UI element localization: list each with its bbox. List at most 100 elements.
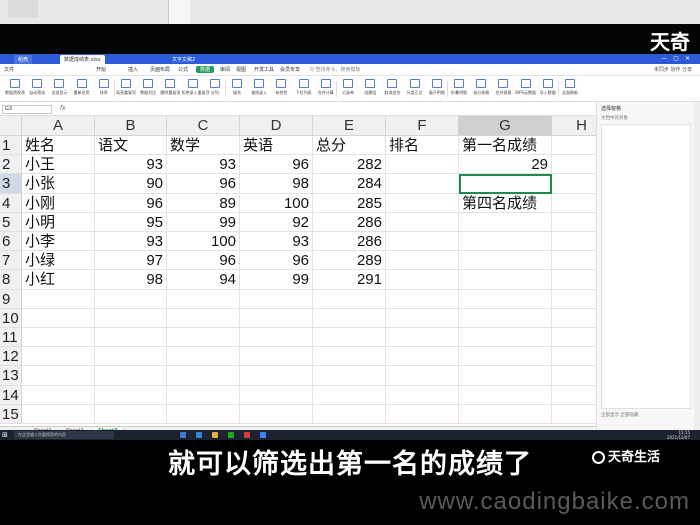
column-header-f[interactable]: F (386, 116, 459, 136)
command-search[interactable]: Q 查找命令、搜索模板 (310, 66, 361, 73)
menu-review[interactable]: 审阅 (220, 66, 230, 73)
row-header[interactable]: 12 (0, 347, 22, 367)
row-header[interactable]: 14 (0, 385, 22, 405)
cell[interactable] (386, 385, 459, 405)
row-header[interactable]: 3 (0, 174, 22, 194)
cell[interactable] (386, 328, 459, 348)
total-cell[interactable]: 286 (313, 212, 386, 232)
student-name-cell[interactable]: 小刚 (22, 193, 95, 213)
row-header[interactable]: 2 (0, 155, 22, 175)
header-cell[interactable]: 数学 (167, 136, 240, 156)
column-header-a[interactable]: A (22, 116, 95, 136)
student-name-cell[interactable]: 小王 (22, 155, 95, 175)
cell[interactable] (167, 289, 240, 309)
score-cell[interactable]: 93 (167, 155, 240, 175)
fourth-place-label-cell[interactable]: 第四名成绩 (459, 193, 552, 213)
select-all-corner[interactable] (0, 116, 22, 136)
student-name-cell[interactable]: 小绿 (22, 251, 95, 271)
menu-home[interactable]: 开始 (96, 66, 106, 73)
cell[interactable] (552, 232, 596, 252)
score-cell[interactable]: 98 (240, 174, 313, 194)
cell[interactable] (386, 347, 459, 367)
cell[interactable] (459, 251, 552, 271)
cell[interactable] (22, 366, 95, 386)
row-header[interactable]: 11 (0, 328, 22, 348)
row-header[interactable]: 7 (0, 251, 22, 271)
cell[interactable] (95, 347, 167, 367)
score-cell[interactable]: 90 (95, 174, 167, 194)
row-header[interactable]: 10 (0, 308, 22, 328)
ribbon-button[interactable]: 折叠明细 (448, 79, 470, 99)
cell[interactable] (552, 386, 596, 405)
cell[interactable] (552, 290, 596, 309)
cell[interactable] (459, 232, 552, 252)
cell[interactable] (552, 328, 596, 348)
ribbon-button[interactable]: 展开明细 (426, 79, 448, 99)
ribbon-button[interactable]: 自动筛选 (26, 79, 48, 99)
cell[interactable] (552, 251, 596, 271)
header-cell[interactable]: 总分 (313, 136, 386, 156)
cell[interactable] (240, 328, 313, 348)
cell[interactable] (386, 270, 459, 290)
object-list[interactable] (601, 124, 691, 409)
score-cell[interactable]: 99 (167, 212, 240, 232)
ribbon-button[interactable]: 全部刷新 (559, 79, 581, 99)
menu-view[interactable]: 视图 (236, 66, 246, 73)
wechat-icon[interactable] (228, 432, 234, 438)
column-header-b[interactable]: B (95, 116, 167, 136)
cell[interactable] (552, 366, 596, 386)
student-name-cell[interactable]: 小明 (22, 212, 95, 232)
taskbar-clock[interactable]: 15:15 2021/12/07 (667, 430, 690, 440)
column-header-c[interactable]: C (167, 116, 240, 136)
header-cell[interactable]: 语文 (95, 136, 167, 156)
cell[interactable] (240, 404, 313, 424)
ribbon-button[interactable]: 重新应用 (71, 79, 93, 99)
edge-icon[interactable] (196, 432, 202, 438)
fx-icon[interactable]: fx (60, 105, 66, 112)
ribbon-button[interactable]: 排序 (93, 79, 115, 99)
row-header[interactable]: 4 (0, 193, 22, 213)
cell[interactable] (386, 212, 459, 232)
cell[interactable] (386, 251, 459, 271)
cell[interactable] (552, 405, 596, 424)
cell[interactable] (313, 404, 386, 424)
student-name-cell[interactable]: 小红 (22, 270, 95, 290)
cell[interactable] (95, 328, 167, 348)
ribbon-button[interactable]: 数据透视表 (4, 79, 26, 99)
cell[interactable] (386, 404, 459, 424)
cell[interactable] (167, 385, 240, 405)
cell[interactable] (167, 328, 240, 348)
cell[interactable] (313, 289, 386, 309)
column-header-d[interactable]: D (240, 116, 313, 136)
cell[interactable] (386, 308, 459, 328)
cell[interactable] (95, 289, 167, 309)
ribbon-button[interactable]: 高亮重复项 (115, 79, 137, 99)
ribbon-button[interactable]: 删除重复项 (159, 79, 181, 99)
score-cell[interactable]: 96 (240, 155, 313, 175)
tab-document[interactable]: 文字文稿2 (168, 55, 199, 64)
score-cell[interactable]: 93 (95, 232, 167, 252)
cell[interactable] (459, 270, 552, 290)
cell[interactable] (313, 328, 386, 348)
cell[interactable] (386, 366, 459, 386)
column-header-g[interactable]: G (459, 116, 552, 136)
ribbon-button[interactable]: 分列 (204, 79, 226, 99)
row-header[interactable]: 5 (0, 212, 22, 232)
ribbon-button[interactable]: 导入数据 (537, 79, 559, 99)
menu-page-layout[interactable]: 页面布局 (150, 66, 170, 73)
cell[interactable] (167, 404, 240, 424)
header-cell[interactable]: 英语 (240, 136, 313, 156)
score-cell[interactable]: 99 (240, 270, 313, 290)
cell[interactable] (459, 328, 552, 348)
cell[interactable] (95, 404, 167, 424)
total-cell[interactable]: 286 (313, 232, 386, 252)
total-cell[interactable]: 289 (313, 251, 386, 271)
cell[interactable] (95, 308, 167, 328)
window-controls[interactable]: —▢✕ (661, 55, 696, 62)
cell[interactable] (552, 194, 596, 213)
ribbon-button[interactable]: 全部显示 (48, 79, 70, 99)
cell[interactable] (22, 328, 95, 348)
cell[interactable] (386, 174, 459, 194)
row-header[interactable]: 15 (0, 404, 22, 424)
name-box[interactable]: G3 (2, 105, 52, 114)
